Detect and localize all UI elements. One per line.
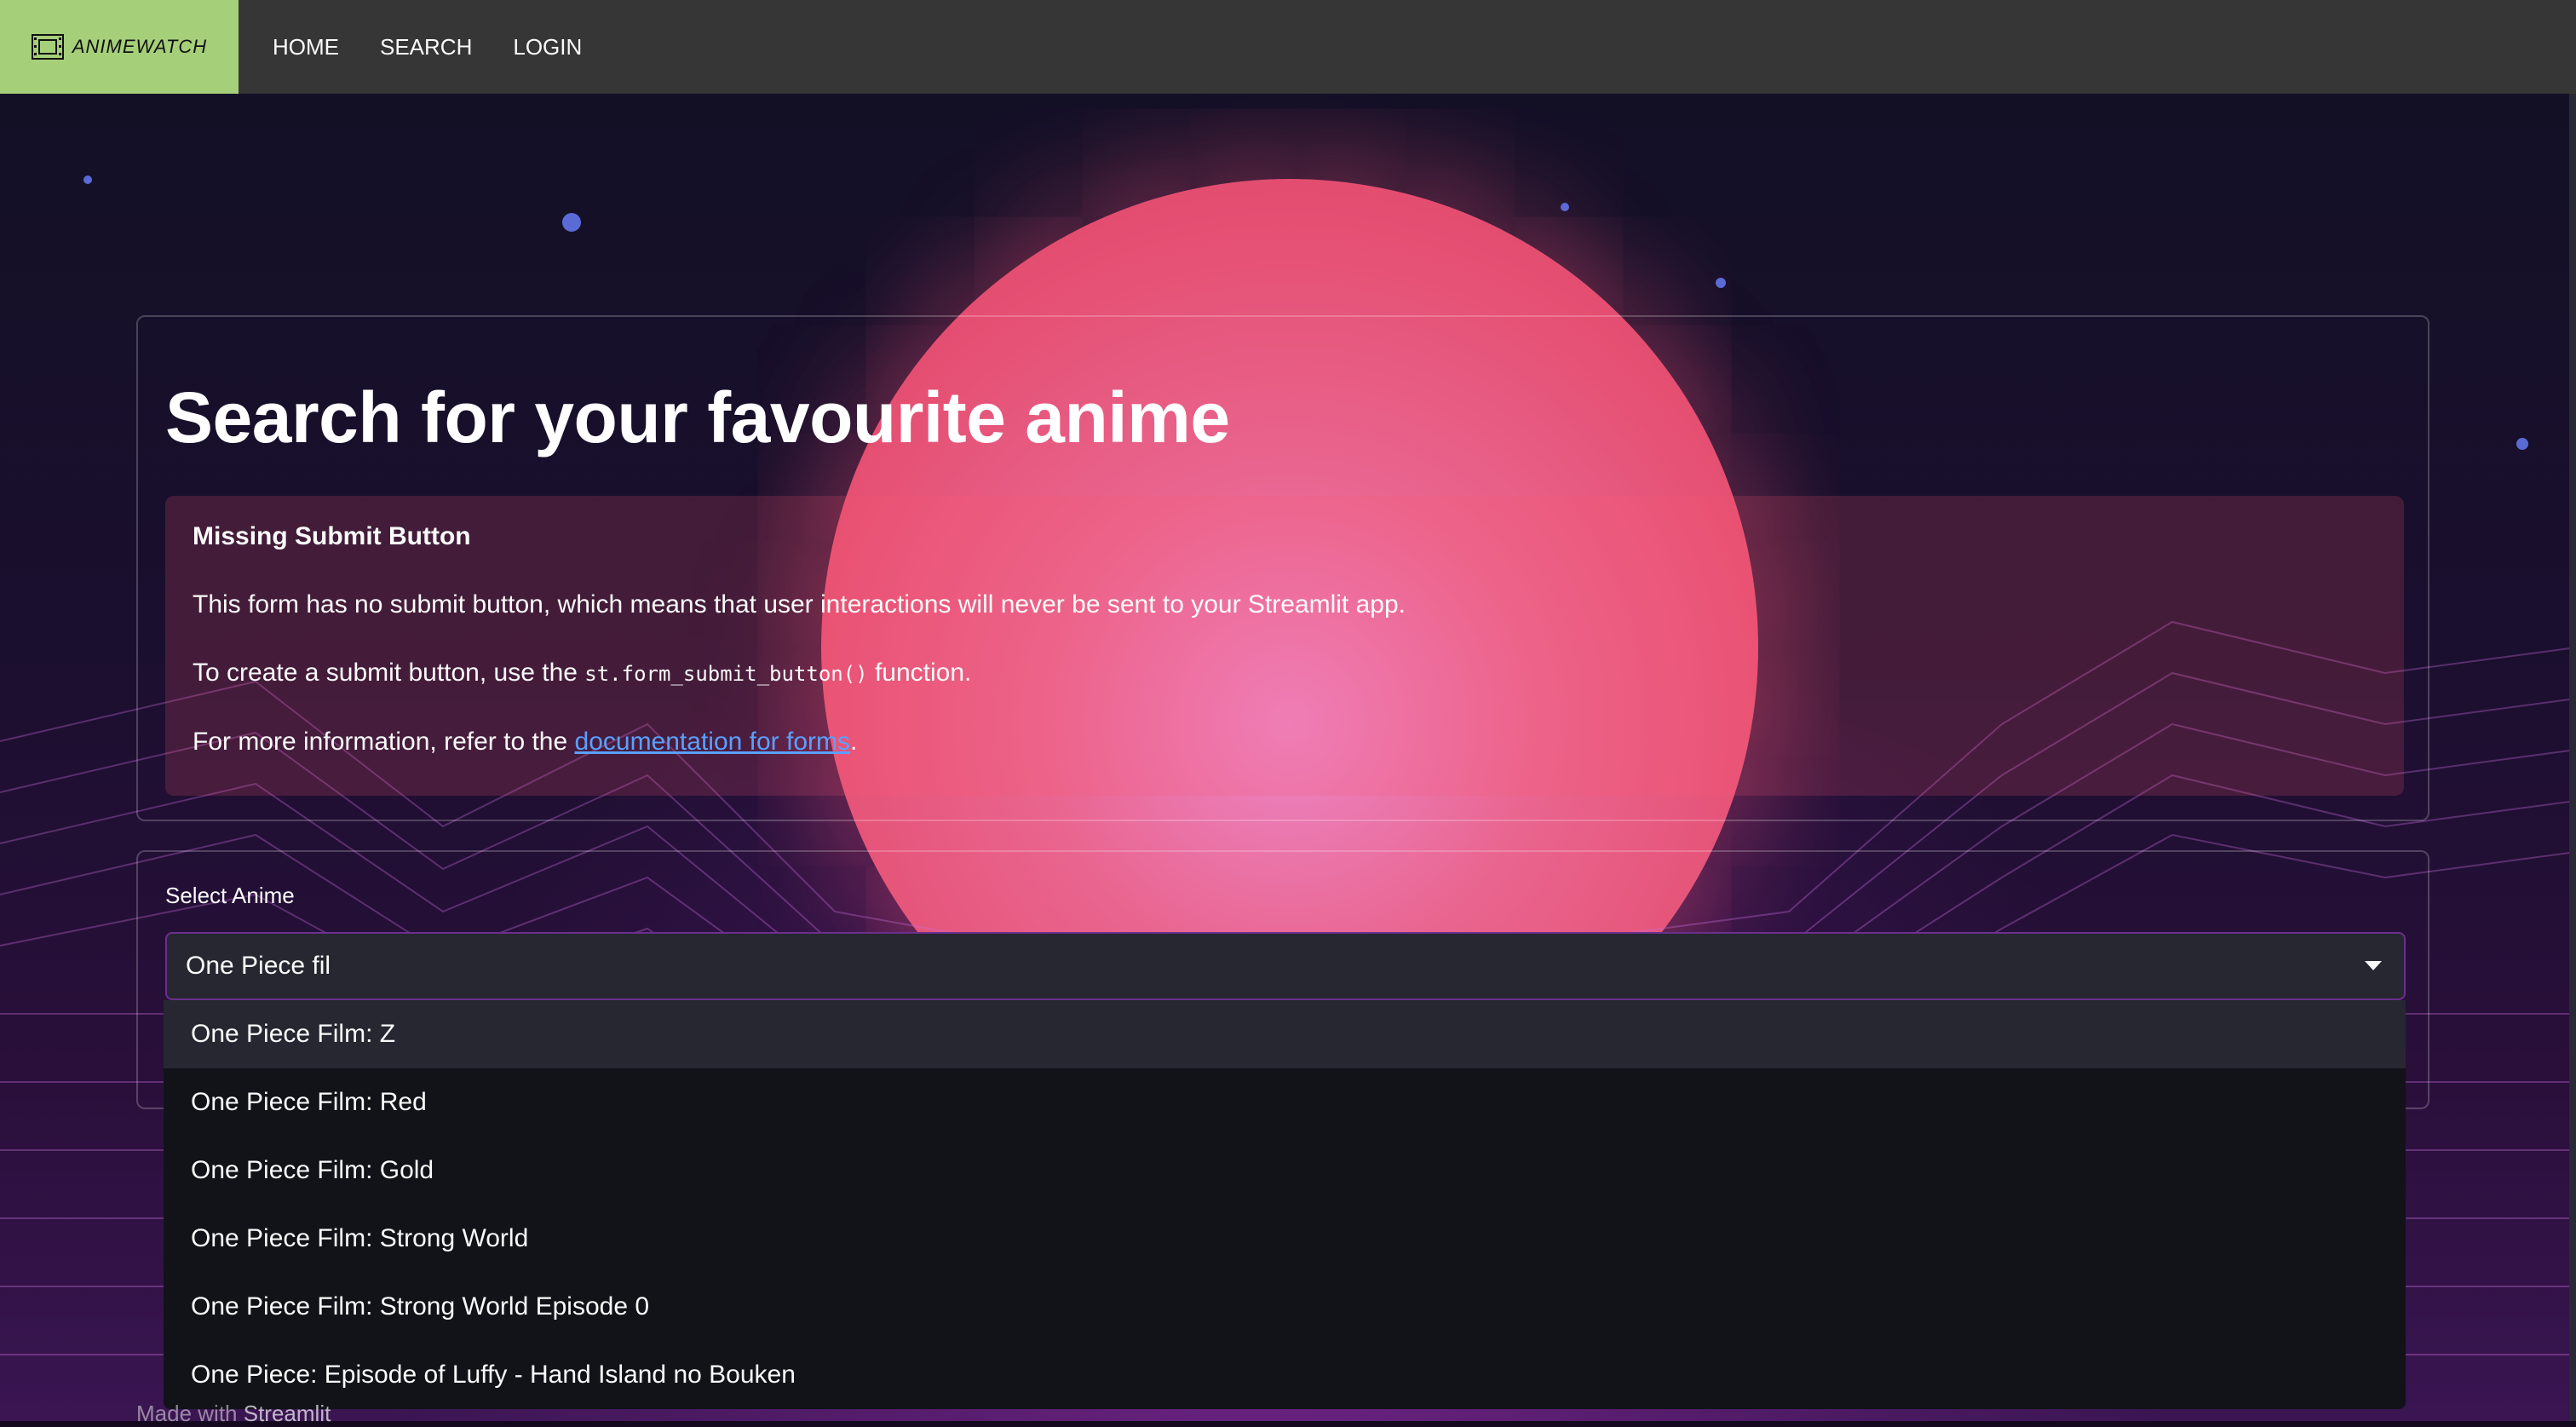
dropdown-option[interactable]: One Piece Film: Red [164,1068,2406,1136]
alert-line-2-suffix: function. [874,659,972,687]
dropdown-option[interactable]: One Piece Film: Gold [164,1136,2406,1205]
nav-login[interactable]: LOGIN [506,34,589,60]
code-snippet: st.form_submit_button() [584,662,868,686]
dropdown-option[interactable]: One Piece: Episode of Luffy - Hand Islan… [164,1341,2406,1409]
nav-search[interactable]: SEARCH [373,34,479,60]
select-label: Select Anime [165,883,295,908]
dropdown-option[interactable]: One Piece Film: Strong World [164,1205,2406,1273]
page-scrollbar[interactable] [2569,94,2576,1421]
star-decoration [2516,438,2528,450]
logo[interactable]: ANIMEWATCH [0,0,239,94]
footer: Made with Streamlit [136,1401,331,1427]
dropdown-option[interactable]: One Piece Film: Strong World Episode 0 [164,1273,2406,1341]
logo-text: ANIMEWATCH [72,36,208,57]
anime-select[interactable]: One Piece fil [165,932,2406,1000]
alert-line-3-text: For more information, refer to the [193,728,568,756]
search-form: Search for your favourite anime Missing … [136,315,2429,821]
nav-home[interactable]: HOME [266,34,346,60]
star-decoration [83,175,92,184]
star-decoration [1716,278,1726,288]
alert-heading: Missing Submit Button [193,522,471,550]
alert-line-3-suffix: . [850,728,858,756]
select-dropdown: One Piece Film: Z One Piece Film: Red On… [164,1000,2406,1409]
docs-link[interactable]: documentation for forms [575,728,850,756]
alert-line-2: To create a submit button, use the st.fo… [193,656,2377,691]
footer-brand-link[interactable]: Streamlit [244,1401,331,1426]
missing-submit-alert: Missing Submit Button This form has no s… [165,496,2404,796]
alert-line-1: This form has no submit button, which me… [193,590,1406,619]
select-value[interactable]: One Piece fil [186,952,331,981]
navbar: ANIMEWATCH HOME SEARCH LOGIN [0,0,2576,94]
dropdown-option[interactable]: One Piece Film: Z [164,1000,2406,1068]
footer-text: Made with [136,1401,238,1426]
chevron-down-icon[interactable] [2365,961,2382,970]
alert-line-2-text: To create a submit button, use the [193,659,578,687]
star-decoration [562,213,581,232]
alert-line-3: For more information, refer to the docum… [193,725,2377,759]
page-title: Search for your favourite anime [165,377,1230,457]
star-decoration [1561,203,1569,211]
film-icon [31,34,64,60]
